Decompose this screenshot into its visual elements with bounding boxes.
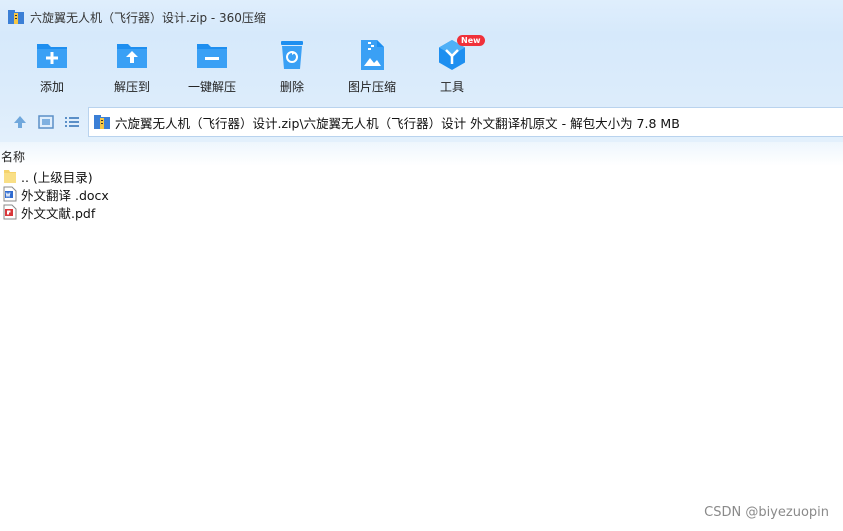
window-title: 六旋翼无人机（飞行器）设计.zip - 360压缩 (30, 10, 266, 25)
folder-icon (4, 170, 16, 183)
image-compress-label: 图片压缩 (347, 80, 396, 94)
list-view-icon[interactable] (64, 114, 80, 130)
file-name: .. (上级目录) (21, 169, 93, 185)
extract-to-label: 解压到 (113, 80, 150, 94)
list-item-parent-directory[interactable]: .. (上级目录) (0, 167, 843, 185)
delete-label: 删除 (279, 80, 304, 94)
one-click-extract-icon (197, 44, 227, 68)
file-name: 外文翻译 .docx (21, 187, 109, 203)
word-doc-icon (3, 186, 17, 202)
path-bar[interactable]: 六旋翼无人机（飞行器）设计.zip\六旋翼无人机（飞行器）设计 外文翻译机原文 … (88, 107, 843, 137)
list-item-docx[interactable]: 外文翻译 .docx (0, 185, 843, 203)
add-label: 添加 (39, 80, 64, 94)
file-name: 外文文献.pdf (21, 205, 96, 221)
file-list: .. (上级目录) 外文翻译 .docx 外文文献.pdf (0, 167, 843, 221)
app-window: 六旋翼无人机（飞行器）设计.zip - 360压缩 添加 解压到 一键解压 删除… (0, 0, 843, 531)
add-folder-icon (37, 44, 67, 68)
thumbnail-view-icon[interactable] (38, 114, 54, 130)
image-compress-icon (361, 40, 384, 70)
toolbar: 添加 解压到 一键解压 删除 图片压缩 New 工具 (0, 34, 843, 102)
title-bar: 六旋翼无人机（飞行器）设计.zip - 360压缩 (0, 0, 843, 34)
up-arrow-icon[interactable] (12, 114, 28, 130)
extract-to-icon (117, 44, 147, 68)
watermark: CSDN @biyezuopin (704, 505, 829, 520)
archive-app-icon (8, 10, 24, 24)
path-text: 六旋翼无人机（飞行器）设计.zip\六旋翼无人机（飞行器）设计 外文翻译机原文 … (115, 115, 680, 131)
archive-path-icon (94, 115, 110, 129)
extract-to-button[interactable]: 解压到 (97, 38, 167, 98)
add-button[interactable]: 添加 (17, 38, 87, 98)
one-click-extract-button[interactable]: 一键解压 (177, 38, 247, 98)
navigation-bar: 六旋翼无人机（飞行器）设计.zip\六旋翼无人机（飞行器）设计 外文翻译机原文 … (0, 102, 843, 142)
delete-button[interactable]: 删除 (257, 38, 327, 98)
tools-button[interactable]: New 工具 (417, 35, 487, 98)
column-header-name[interactable]: 名称 (1, 150, 25, 164)
list-header: 名称 (0, 142, 843, 166)
one-click-extract-label: 一键解压 (187, 80, 236, 94)
tools-label: 工具 (439, 80, 464, 94)
list-item-pdf[interactable]: 外文文献.pdf (0, 203, 843, 221)
new-badge: New (457, 35, 485, 46)
image-compress-button[interactable]: 图片压缩 (337, 38, 407, 98)
pdf-file-icon (3, 204, 17, 220)
recycle-bin-icon (281, 41, 303, 69)
